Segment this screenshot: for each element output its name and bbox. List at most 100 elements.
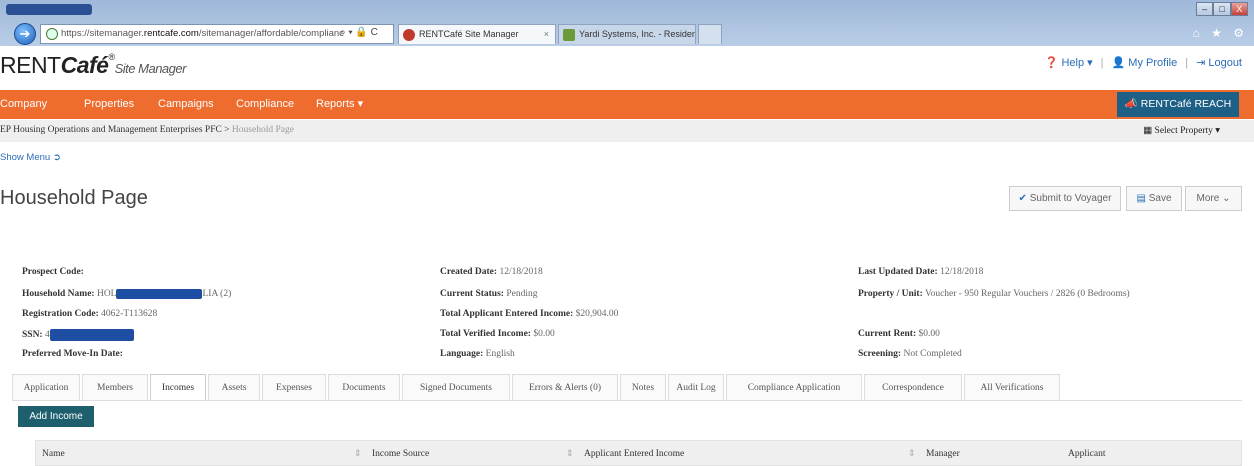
help-link[interactable]: Help ▾ — [1061, 57, 1092, 69]
site-icon — [46, 28, 58, 40]
tab-incomes[interactable]: Incomes — [150, 374, 206, 400]
registration-code: Registration Code: 4062-T113628 — [22, 309, 158, 319]
browser-chrome: – □ X ➔ https://sitemanager.rentcafe.com… — [0, 0, 1254, 46]
url-prefix: https://sitemanager. — [61, 28, 144, 39]
rentcafe-reach-button[interactable]: 📣 RENTCafé REACH — [1117, 92, 1239, 117]
redaction-block — [116, 289, 203, 299]
prospect-code: Prospect Code: — [22, 267, 84, 277]
tab-application[interactable]: Application — [12, 374, 80, 400]
back-button[interactable]: ➔ — [14, 23, 36, 45]
new-tab-button[interactable] — [698, 24, 722, 44]
tab-errors-alerts[interactable]: Errors & Alerts (0) — [512, 374, 618, 400]
my-profile-link[interactable]: My Profile — [1128, 57, 1177, 69]
divider: | — [1185, 57, 1189, 69]
tab-members[interactable]: Members — [82, 374, 148, 400]
add-income-button[interactable]: Add Income — [18, 406, 94, 427]
yardi-favicon-icon — [563, 29, 575, 41]
screening: Screening: Not Completed — [858, 349, 962, 359]
nav-reports[interactable]: Reports ▾ — [316, 90, 363, 118]
browser-tab-yardi[interactable]: Yardi Systems, Inc. - Resident — [558, 24, 696, 44]
tab-audit-log[interactable]: Audit Log — [668, 374, 724, 400]
property-unit: Property / Unit: Voucher - 950 Regular V… — [858, 289, 1130, 299]
check-icon: ✔ — [1018, 193, 1027, 204]
save-button[interactable]: ▤ Save — [1126, 186, 1182, 211]
select-property-dropdown[interactable]: ▦ Select Property ▾ — [1143, 125, 1220, 136]
created-date: Created Date: 12/18/2018 — [440, 267, 543, 277]
minimize-button[interactable]: – — [1196, 2, 1214, 16]
user-icon: 👤 — [1111, 57, 1126, 69]
current-rent: Current Rent: $0.00 — [858, 329, 940, 339]
tab-signed-documents[interactable]: Signed Documents — [402, 374, 510, 400]
logo-subtitle: Site Manager — [114, 61, 187, 76]
browser-tab-rentcafe[interactable]: RENTCafé Site Manager × — [398, 24, 556, 44]
sort-icon[interactable]: ⇕ — [354, 448, 362, 459]
preferred-move-in-date: Preferred Move-In Date: — [22, 349, 123, 359]
reach-label: RENTCafé REACH — [1140, 98, 1232, 110]
main-nav: Company Properties Campaigns Compliance … — [0, 90, 1254, 119]
tab-correspondence[interactable]: Correspondence — [864, 374, 962, 400]
column-manager[interactable]: Manager — [926, 449, 960, 459]
address-controls[interactable]: ⌕ ▾ 🔒 C — [340, 24, 394, 44]
tab-assets[interactable]: Assets — [208, 374, 260, 400]
submit-to-voyager-button[interactable]: ✔ Submit to Voyager — [1009, 186, 1121, 211]
close-window-button[interactable]: X — [1230, 2, 1248, 16]
show-menu-link[interactable]: Show Menu ➲ — [0, 152, 61, 163]
total-verified-income: Total Verified Income: $0.00 — [440, 329, 555, 339]
sort-icon[interactable]: ⇕ — [908, 448, 916, 459]
close-tab-icon[interactable]: × — [544, 25, 549, 43]
tab-expenses[interactable]: Expenses — [262, 374, 326, 400]
current-status: Current Status: Pending — [440, 289, 538, 299]
more-button[interactable]: More ⌄ — [1185, 186, 1242, 211]
url-path: /sitemanager/affordable/complianc — [198, 28, 344, 39]
tab-all-verifications[interactable]: All Verifications — [964, 374, 1060, 400]
column-applicant[interactable]: Applicant — [1068, 449, 1105, 459]
nav-campaigns[interactable]: Campaigns — [158, 90, 214, 118]
browser-toolbar-icons[interactable]: ⌂ ★ ⚙ — [1193, 26, 1248, 40]
megaphone-icon: 📣 — [1124, 98, 1138, 110]
browser-tab-label: RENTCafé Site Manager — [419, 29, 519, 39]
logout-link[interactable]: Logout — [1208, 57, 1242, 69]
nav-compliance[interactable]: Compliance — [236, 90, 294, 118]
tab-divider — [12, 400, 1242, 401]
last-updated-date: Last Updated Date: 12/18/2018 — [858, 267, 984, 277]
breadcrumb-current: Household Page — [231, 125, 294, 135]
rentcafe-favicon-icon — [403, 29, 415, 41]
ssn: SSN: 4 — [22, 329, 134, 341]
breadcrumb: EP Housing Operations and Management Ent… — [0, 125, 294, 135]
browser-nav-row: ➔ https://sitemanager.rentcafe.com/sitem… — [0, 20, 1254, 46]
building-icon: ▦ — [1143, 126, 1153, 136]
save-label: Save — [1148, 193, 1172, 204]
language: Language: English — [440, 349, 515, 359]
column-income-source[interactable]: Income Source — [372, 449, 429, 459]
nav-company[interactable]: Company — [0, 90, 47, 118]
divider: | — [1100, 57, 1104, 69]
tab-documents[interactable]: Documents — [328, 374, 400, 400]
column-applicant-entered-income[interactable]: Applicant Entered Income — [584, 449, 684, 459]
show-menu-label: Show Menu — [0, 152, 51, 163]
tab-notes[interactable]: Notes — [620, 374, 666, 400]
tab-compliance-application[interactable]: Compliance Application — [726, 374, 862, 400]
total-applicant-income: Total Applicant Entered Income: $20,904.… — [440, 309, 619, 319]
household-name: Household Name: HOL LIA (2) — [22, 289, 232, 300]
column-name[interactable]: Name — [42, 449, 65, 459]
url-domain: rentcafe.com — [143, 28, 199, 39]
help-icon: ❓ — [1044, 57, 1059, 69]
logo-cafe: Café — [60, 52, 109, 78]
sort-icon[interactable]: ⇕ — [566, 448, 574, 459]
floppy-icon: ▤ — [1136, 193, 1146, 204]
page-title: Household Page — [0, 187, 148, 209]
submit-label: Submit to Voyager — [1029, 193, 1112, 204]
nav-properties[interactable]: Properties — [84, 90, 134, 118]
arrow-circle-icon: ➲ — [52, 152, 61, 163]
redaction-block — [49, 329, 134, 341]
chevron-down-icon: ⌄ — [1222, 193, 1231, 204]
maximize-button[interactable]: □ — [1213, 2, 1231, 16]
redacted-title-bar — [6, 4, 92, 15]
top-links: ❓ Help ▾ | 👤 My Profile | ⇥ Logout — [1045, 56, 1242, 69]
logout-icon: ⇥ — [1196, 57, 1206, 69]
window-controls: – □ X — [1196, 2, 1248, 16]
breadcrumb-parent[interactable]: EP Housing Operations and Management Ent… — [0, 125, 230, 135]
rentcafe-logo: RENTCafé®Site Manager — [0, 52, 186, 79]
browser-tab-label: Yardi Systems, Inc. - Resident — [579, 29, 696, 39]
more-label: More — [1196, 193, 1220, 204]
